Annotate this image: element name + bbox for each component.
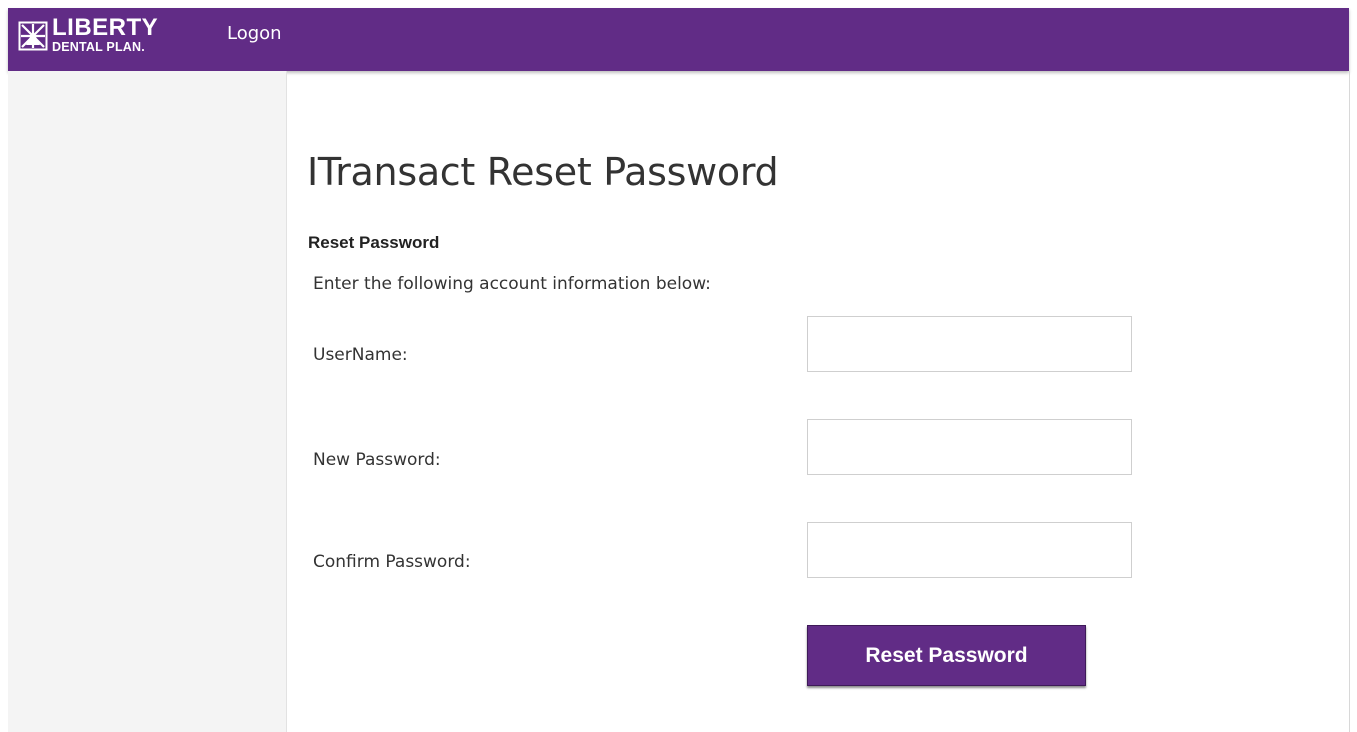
section-heading: Reset Password (308, 233, 440, 252)
app-window: LIBERTY DENTAL PLAN. Logon ITransact Res… (0, 0, 1357, 732)
top-navbar: LIBERTY DENTAL PLAN. Logon (8, 8, 1349, 71)
confirm-password-label: Confirm Password: (313, 552, 471, 572)
brand-name-line1: LIBERTY (52, 14, 159, 42)
reset-password-button[interactable]: Reset Password (807, 625, 1086, 686)
left-sidebar (8, 71, 287, 732)
new-password-label: New Password: (313, 450, 441, 470)
top-margin (0, 0, 1357, 8)
brand-logo[interactable]: LIBERTY DENTAL PLAN. (18, 16, 158, 56)
liberty-star-logo-icon (18, 21, 48, 51)
content-right-border (1349, 71, 1350, 732)
nav-logon-link[interactable]: Logon (227, 23, 282, 44)
brand-name-line2: DENTAL PLAN. (52, 40, 145, 55)
instructions-text: Enter the following account information … (313, 274, 711, 294)
username-label: UserName: (313, 345, 408, 365)
username-input[interactable] (807, 316, 1132, 372)
brand-name: LIBERTY DENTAL PLAN. (52, 14, 159, 55)
confirm-password-input[interactable] (807, 522, 1132, 578)
page-title: ITransact Reset Password (307, 150, 779, 194)
new-password-input[interactable] (807, 419, 1132, 475)
